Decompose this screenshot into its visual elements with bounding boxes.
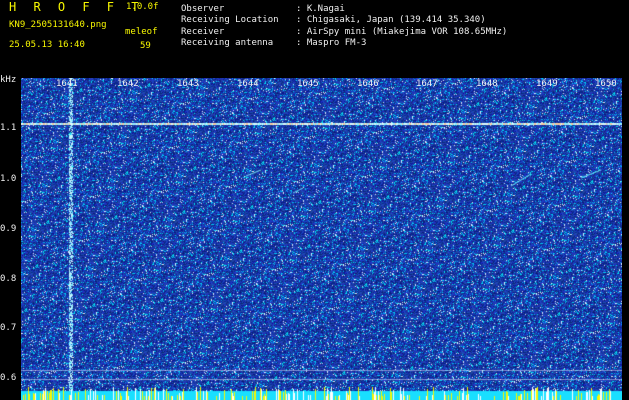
x-tick-1649: 1649 — [536, 79, 558, 89]
info-label-antenna: Receiving antenna — [181, 38, 274, 48]
info-value-location: : Chigasaki, Japan (139.414 35.340) — [296, 15, 486, 25]
version: 1.0.0f — [126, 2, 159, 12]
y-tick-0.9: 0.9 — [0, 224, 17, 234]
info-value-receiver: : AirSpy mini (Miakejima VOR 108.65MHz) — [296, 27, 508, 37]
x-tick-1648: 1648 — [476, 79, 498, 89]
x-tick-1646: 1646 — [357, 79, 379, 89]
x-tick-1647: 1647 — [416, 79, 438, 89]
datetime: 25.05.13 16:40 — [9, 40, 85, 50]
info-value-antenna: : Maspro FM-3 — [296, 38, 367, 48]
x-tick-1641: 1641 — [56, 79, 78, 89]
info-label-location: Receiving Location — [181, 15, 279, 25]
x-tick-1643: 1643 — [177, 79, 199, 89]
hrofft-screen: H R O F F T 1.0.0f KN9_2505131640.png 25… — [0, 0, 629, 400]
x-tick-1650: 1650 — [595, 79, 617, 89]
x-tick-1644: 1644 — [237, 79, 259, 89]
mode-value: 59 — [140, 41, 151, 51]
mode-label: meleof — [125, 27, 158, 37]
spectrogram — [21, 78, 622, 400]
filename: KN9_2505131640.png — [9, 20, 107, 30]
info-label-receiver: Receiver — [181, 27, 225, 37]
y-unit-label: kHz — [0, 75, 17, 85]
info-label-observer: Observer — [181, 4, 225, 14]
x-tick-1645: 1645 — [297, 79, 319, 89]
info-value-observer: : K.Nagai — [296, 4, 345, 14]
y-tick-0.8: 0.8 — [0, 274, 17, 284]
y-tick-0.6: 0.6 — [0, 373, 17, 383]
app-name: H R O F F T — [9, 0, 144, 14]
x-tick-1642: 1642 — [117, 79, 139, 89]
y-tick-1.1: 1.1 — [0, 123, 17, 133]
y-tick-1.0: 1.0 — [0, 174, 17, 184]
y-tick-0.7: 0.7 — [0, 323, 17, 333]
